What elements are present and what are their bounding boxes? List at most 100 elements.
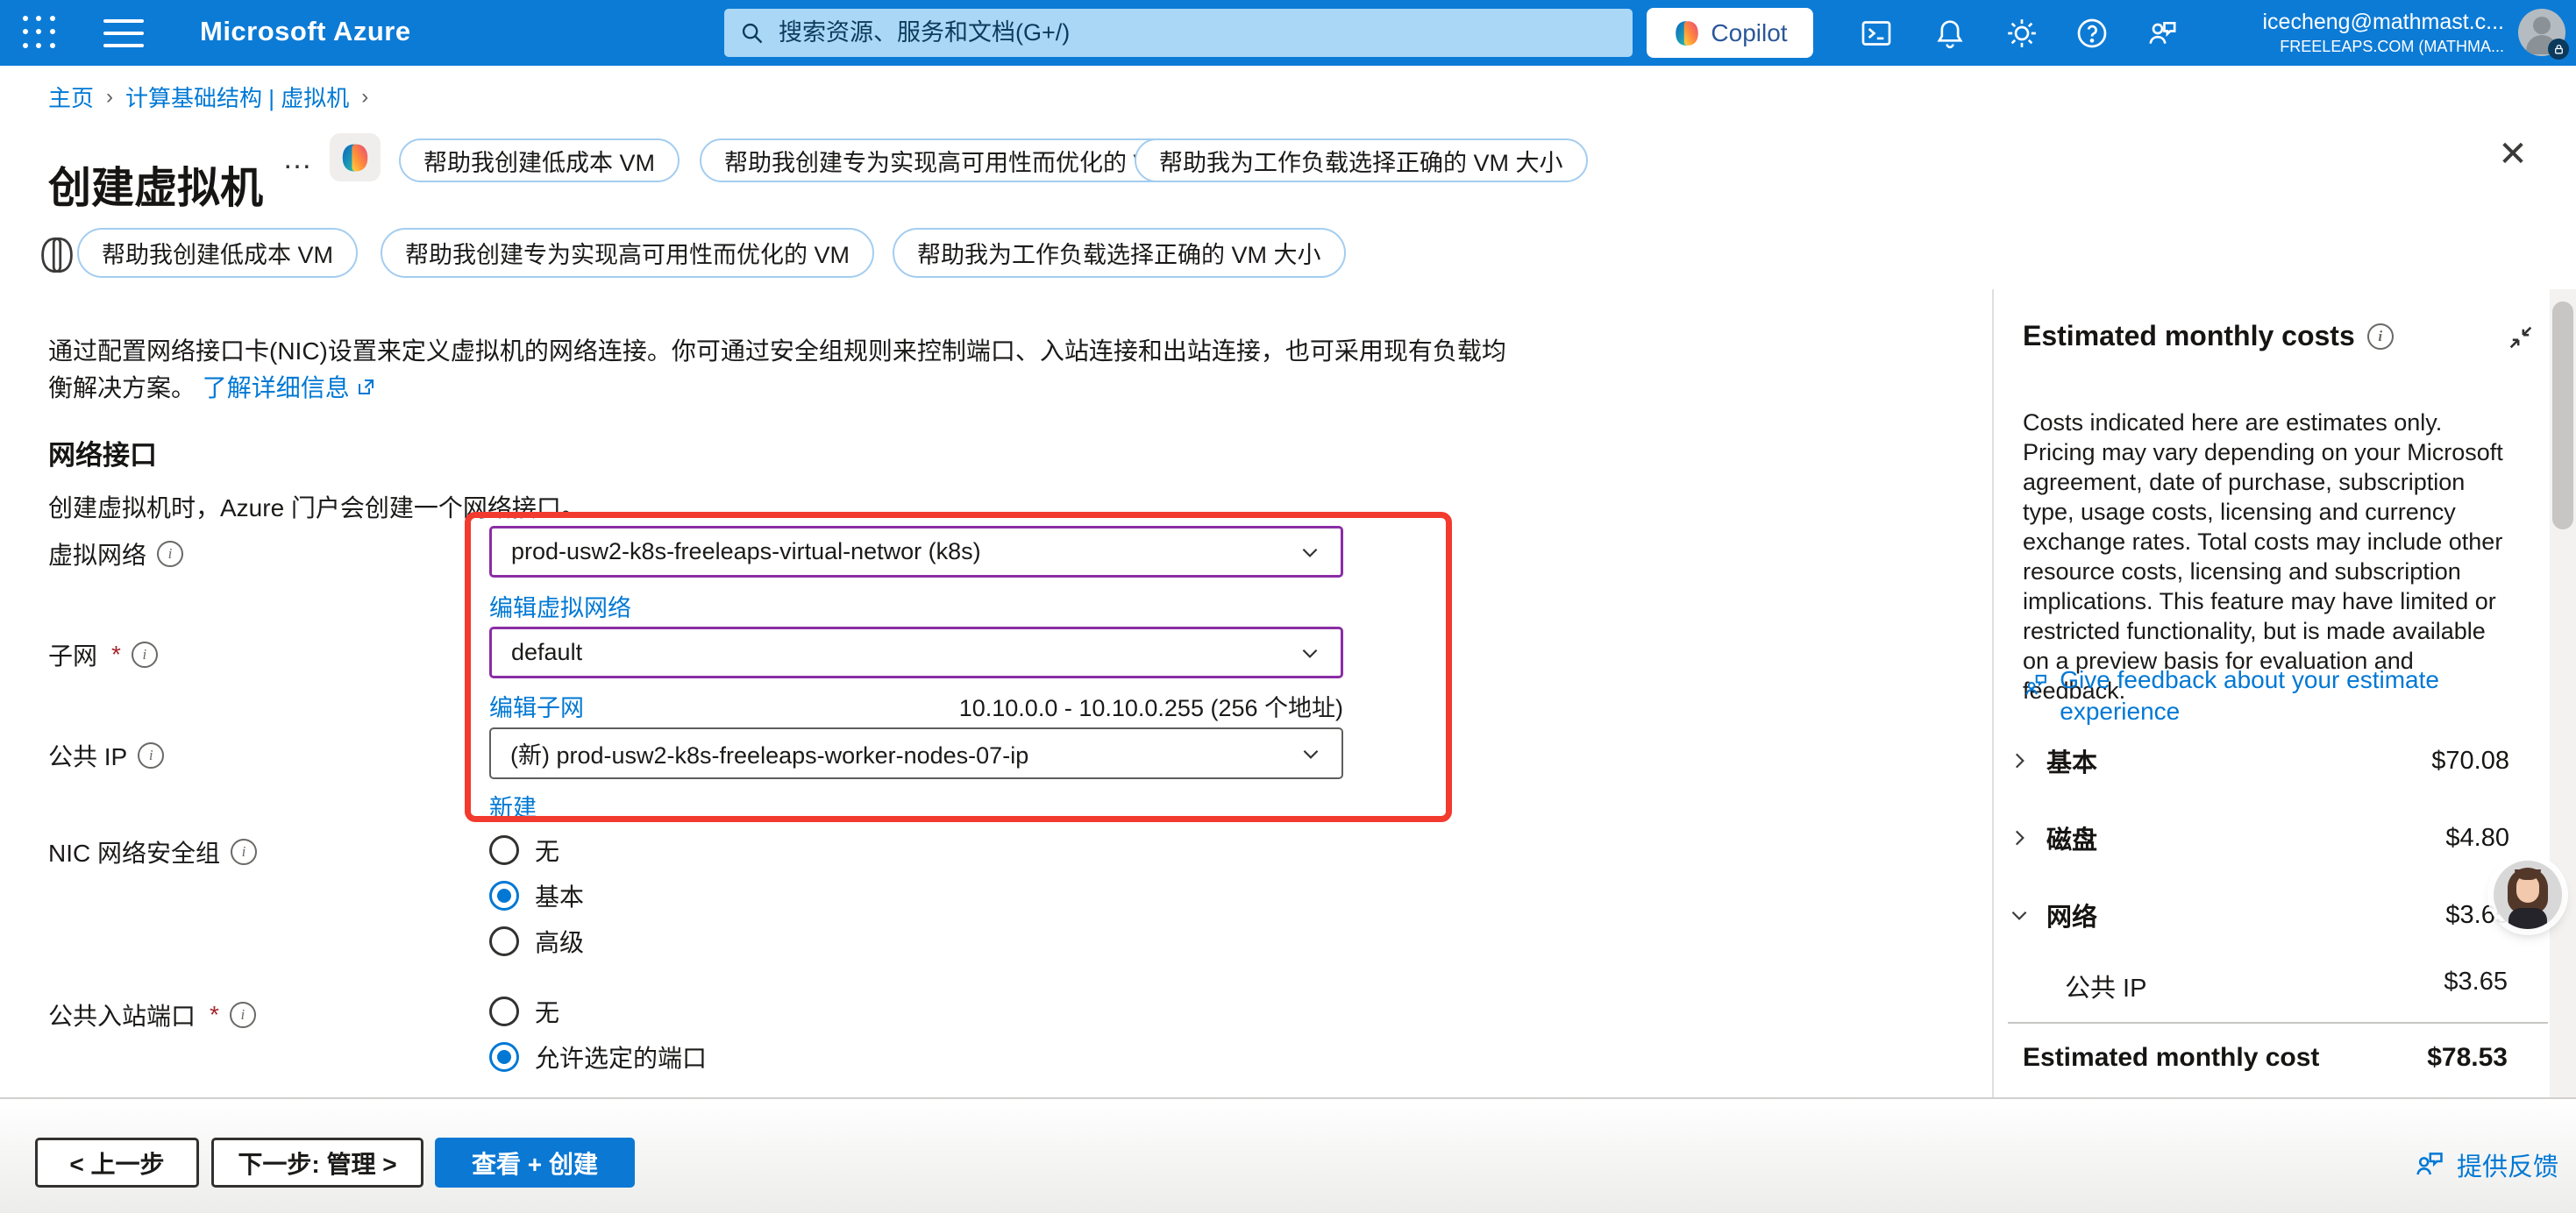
search-input[interactable]	[777, 18, 1617, 47]
info-icon[interactable]: i	[231, 839, 257, 865]
breadcrumb-virtual-machines[interactable]: 计算基础结构 | 虚拟机	[125, 81, 349, 113]
public-ip-value: (新) prod-usw2-k8s-freeleaps-worker-nodes…	[510, 736, 1028, 770]
next-step-button[interactable]: 下一步: 管理 >	[211, 1138, 423, 1188]
radio-unselected[interactable]	[489, 926, 519, 956]
public-ip-label-row: 公共 IP i	[48, 738, 164, 773]
cost-subrow-value: $3.65	[2444, 968, 2508, 1004]
account-avatar[interactable]	[2518, 9, 2565, 56]
top-bar: Microsoft Azure Copilot	[0, 0, 2576, 66]
estimate-feedback-label: Give feedback about your estimate experi…	[2060, 664, 2510, 727]
public-ip-label: 公共 IP	[48, 738, 127, 773]
chevron-down-icon	[1299, 642, 1321, 664]
chevron-down-icon[interactable]	[2008, 904, 2046, 926]
create-new-public-ip-link[interactable]: 新建	[489, 789, 537, 823]
nsg-option-advanced[interactable]: 高级	[489, 924, 584, 959]
suggestion-low-cost-vm-2[interactable]: 帮助我创建低成本 VM	[77, 228, 358, 278]
review-create-button[interactable]: 查看 + 创建	[435, 1138, 635, 1188]
virtual-network-dropdown[interactable]: prod-usw2-k8s-freeleaps-virtual-networ (…	[489, 526, 1343, 578]
subnet-dropdown[interactable]: default	[489, 627, 1343, 678]
copilot-icon	[338, 141, 372, 174]
feedback-icon[interactable]	[2145, 16, 2180, 51]
panel-scrollbar-track[interactable]	[2550, 289, 2576, 1097]
breadcrumb-home[interactable]: 主页	[48, 81, 94, 113]
nsg-option-basic[interactable]: 基本	[489, 878, 584, 913]
account-tenant: FREELEAPS.COM (MATHMA...	[2227, 38, 2504, 57]
section-description: 创建虚拟机时，Azure 门户会创建一个网络接口。	[48, 489, 586, 524]
settings-gear-icon[interactable]	[2004, 16, 2039, 51]
inbound-option-allow-selected-label: 允许选定的端口	[535, 1039, 707, 1075]
public-ip-dropdown[interactable]: (新) prod-usw2-k8s-freeleaps-worker-nodes…	[489, 727, 1343, 779]
nsg-label-row: NIC 网络安全组 i	[48, 834, 257, 869]
panel-divider	[1992, 289, 1994, 1097]
cloud-shell-icon[interactable]	[1859, 16, 1894, 51]
copilot-button[interactable]: Copilot	[1647, 8, 1813, 58]
chevron-down-icon	[1299, 541, 1321, 564]
breadcrumb-separator: ›	[361, 85, 368, 110]
chevron-down-icon	[1299, 742, 1322, 765]
waffle-menu-icon[interactable]	[23, 16, 58, 51]
section-heading: 网络接口	[48, 433, 157, 472]
suggestion-low-cost-vm[interactable]: 帮助我创建低成本 VM	[399, 138, 680, 182]
panel-scrollbar-thumb[interactable]	[2552, 301, 2573, 529]
cost-subrow-label: 公共 IP	[2065, 968, 2146, 1004]
costs-panel-title: Estimated monthly costs	[2023, 320, 2355, 352]
inbound-option-allow-selected[interactable]: 允许选定的端口	[489, 1039, 707, 1075]
inbound-ports-label: 公共入站端口	[48, 997, 196, 1032]
chevron-right-icon[interactable]	[2008, 826, 2046, 849]
notifications-bell-icon[interactable]	[1932, 16, 1968, 51]
edit-virtual-network-link[interactable]: 编辑虚拟网络	[489, 589, 631, 623]
copilot-outline-icon	[35, 233, 79, 281]
cost-row-compute[interactable]: 基本 $70.08	[2008, 741, 2509, 780]
radio-selected[interactable]	[489, 1042, 519, 1072]
suggestion-high-availability-vm[interactable]: 帮助我创建专为实现高可用性而优化的 VM	[700, 138, 1193, 182]
subnet-address-range: 10.10.0.0 - 10.10.0.255 (256 个地址)	[842, 689, 1343, 723]
footer-feedback-link[interactable]: 提供反馈	[2413, 1146, 2558, 1183]
more-options-icon[interactable]: …	[282, 142, 315, 176]
previous-step-button[interactable]: < 上一步	[35, 1138, 199, 1188]
external-link-icon	[355, 372, 376, 408]
learn-more-link[interactable]: 了解详细信息	[203, 374, 350, 401]
info-icon[interactable]: i	[230, 1002, 256, 1028]
account-info[interactable]: icecheng@mathmast.c... FREELEAPS.COM (MA…	[2227, 9, 2504, 57]
estimate-feedback-link[interactable]: Give feedback about your estimate experi…	[2023, 664, 2510, 727]
copilot-chip[interactable]	[330, 133, 381, 181]
cost-row-network[interactable]: 网络 $3.65	[2008, 896, 2509, 934]
collapse-panel-icon[interactable]	[2506, 323, 2536, 357]
radio-selected[interactable]	[489, 881, 519, 911]
radio-unselected[interactable]	[489, 997, 519, 1026]
nsg-option-none-label: 无	[535, 833, 559, 868]
estimated-total-label: Estimated monthly cost	[2023, 1043, 2319, 1073]
suggestion-right-vm-size[interactable]: 帮助我为工作负载选择正确的 VM 大小	[1135, 138, 1588, 182]
wizard-footer: < 上一步 下一步: 管理 > 查看 + 创建 提供反馈	[0, 1097, 2576, 1213]
cost-row-disks[interactable]: 磁盘 $4.80	[2008, 819, 2509, 857]
nsg-option-none[interactable]: 无	[489, 833, 559, 868]
radio-unselected[interactable]	[489, 835, 519, 865]
subnet-label-row: 子网 * i	[48, 637, 158, 672]
intro-text: 通过配置网络接口卡(NIC)设置来定义虚拟机的网络连接。你可通过安全组规则来控制…	[48, 333, 1521, 408]
info-icon[interactable]: i	[138, 742, 164, 769]
edit-subnet-link[interactable]: 编辑子网	[489, 689, 584, 723]
info-icon[interactable]: i	[2367, 323, 2394, 350]
brand-title[interactable]: Microsoft Azure	[200, 16, 411, 47]
chevron-right-icon[interactable]	[2008, 749, 2046, 772]
suggestion-right-vm-size-2[interactable]: 帮助我为工作负载选择正确的 VM 大小	[893, 228, 1346, 278]
costs-panel-title-row: Estimated monthly costs i	[2023, 320, 2394, 352]
cost-row-value: $4.80	[2445, 824, 2509, 853]
cost-row-label: 基本	[2046, 742, 2431, 779]
info-icon[interactable]: i	[157, 541, 183, 567]
hamburger-menu-icon[interactable]	[103, 19, 144, 47]
help-icon[interactable]	[2074, 16, 2110, 51]
footer-feedback-label: 提供反馈	[2457, 1146, 2558, 1183]
suggestion-high-availability-vm-2[interactable]: 帮助我创建专为实现高可用性而优化的 VM	[381, 228, 874, 278]
info-icon[interactable]: i	[132, 642, 158, 668]
virtual-network-label-row: 虚拟网络 i	[48, 536, 183, 571]
feedback-icon	[2413, 1148, 2446, 1181]
global-search[interactable]	[724, 9, 1633, 57]
virtual-network-value: prod-usw2-k8s-freeleaps-virtual-networ (…	[511, 538, 981, 565]
azure-portal-page: Microsoft Azure Copilot	[0, 0, 2576, 1213]
inbound-option-none[interactable]: 无	[489, 994, 559, 1029]
search-icon	[740, 21, 765, 46]
close-icon[interactable]: ✕	[2492, 133, 2534, 175]
floating-assistant-avatar[interactable]	[2494, 861, 2562, 929]
cost-row-value: $70.08	[2431, 747, 2509, 776]
